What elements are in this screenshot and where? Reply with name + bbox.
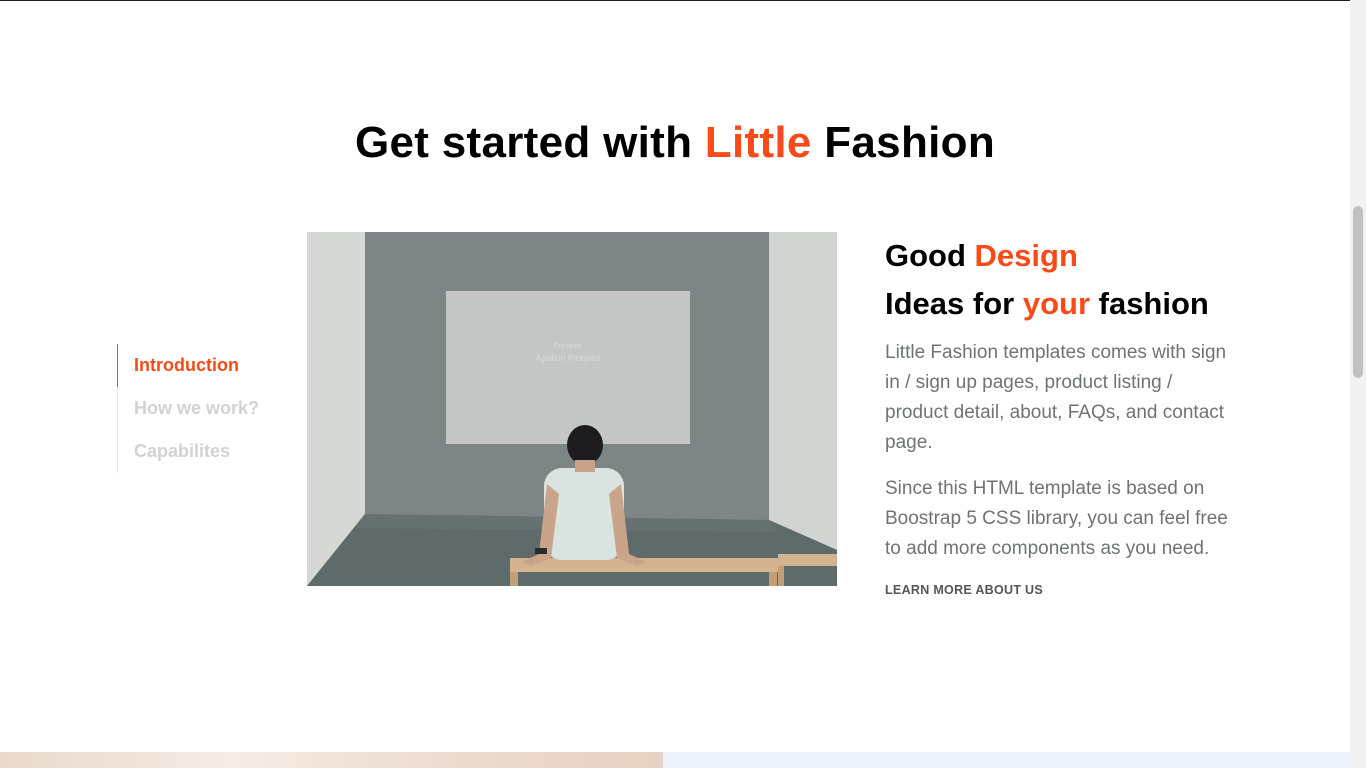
heading2-accent: your	[1022, 286, 1091, 321]
section-title-part2: Fashion	[811, 118, 996, 167]
section-title-accent: Little	[704, 118, 812, 167]
vertical-scrollbar[interactable]	[1350, 0, 1366, 768]
screen-text-apollon: Apollon Pictures	[535, 353, 601, 363]
section-title: Get started with Little Fashion	[0, 118, 1350, 168]
intro-content: Good Design Ideas for your fashion Littl…	[885, 232, 1240, 599]
heading1-part1: Good	[885, 238, 975, 273]
intro-paragraph-1: Little Fashion templates comes with sign…	[885, 342, 1227, 453]
nav-item-capabilities[interactable]: Capabilites	[117, 430, 259, 473]
learn-more-link[interactable]: LEARN MORE ABOUT US	[885, 583, 1043, 597]
intro-photo: Presents Apollon Pictures	[307, 232, 837, 586]
scrollbar-thumb[interactable]	[1353, 206, 1363, 378]
heading2-part2: fashion	[1090, 286, 1209, 321]
heading1-accent: Design	[974, 238, 1078, 273]
side-nav: Introduction How we work? Capabilites	[117, 344, 259, 473]
nav-item-how-we-work[interactable]: How we work?	[117, 387, 259, 430]
next-section-image-strip	[0, 752, 663, 768]
top-border	[0, 0, 1350, 1]
content-heading: Good Design Ideas for your fashion	[885, 232, 1240, 328]
screen-text-presents: Presents	[554, 343, 582, 350]
intro-paragraph-2: Since this HTML template is based on Boo…	[885, 478, 1228, 559]
heading2-part1: Ideas for	[885, 286, 1023, 321]
section-title-part1: Get started with	[354, 118, 705, 167]
nav-item-introduction[interactable]: Introduction	[117, 344, 259, 387]
next-section-panel-strip	[663, 752, 1350, 768]
gallery-scene-illustration: Presents Apollon Pictures	[307, 232, 837, 586]
